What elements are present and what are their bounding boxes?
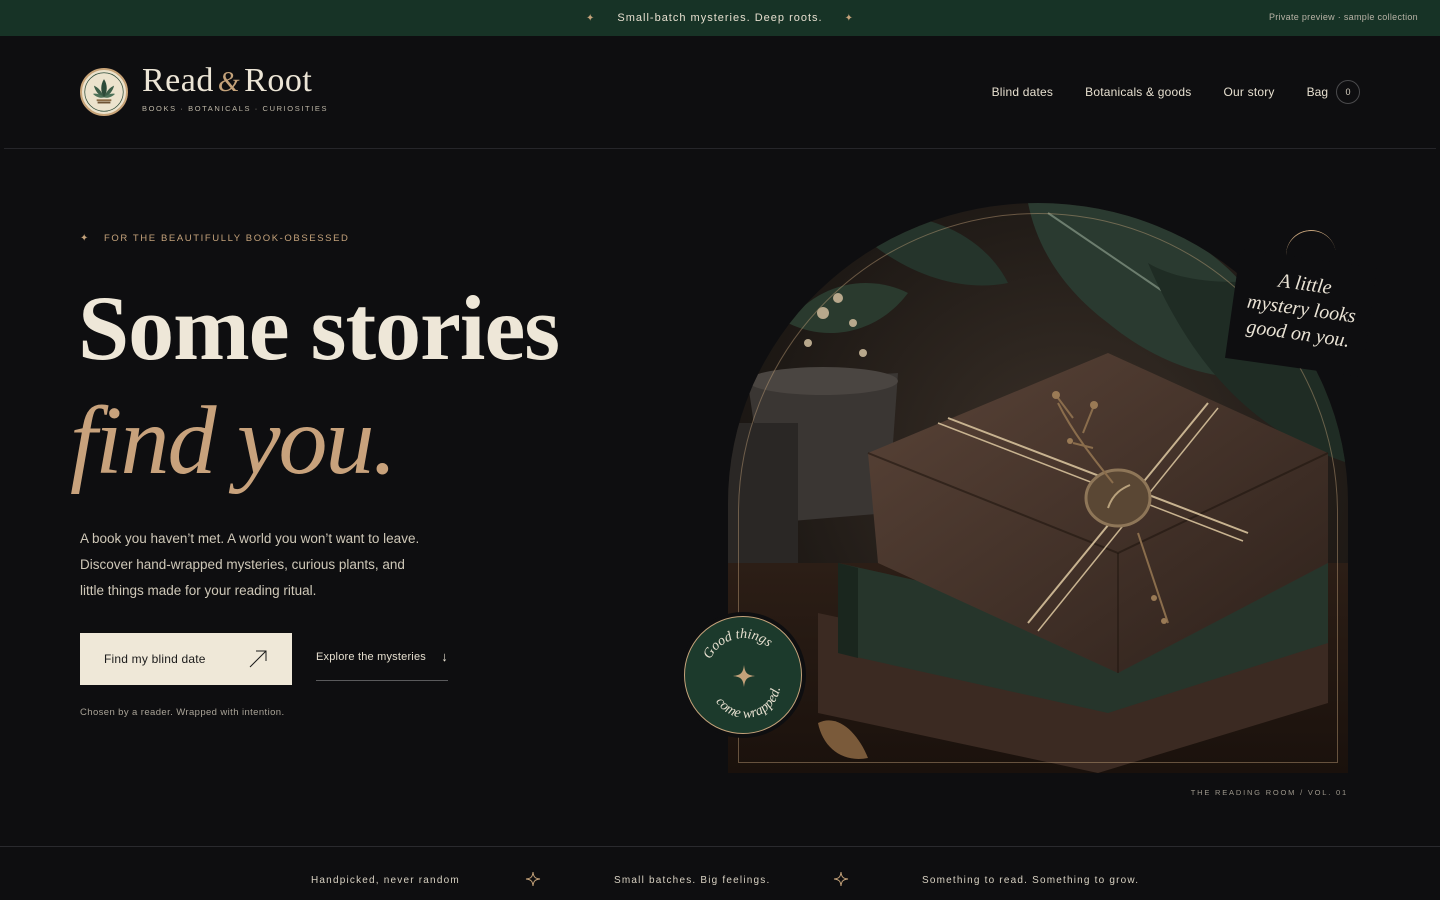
- link-label: Explore the mysteries: [316, 651, 426, 663]
- hero-lead: A book you haven’t met. A world you won’…: [80, 526, 460, 604]
- brand[interactable]: Read & Root BOOKS · BOTANICALS · CURIOSITI…: [142, 62, 328, 113]
- bag-button[interactable]: Bag 0: [1307, 80, 1360, 104]
- nav-our-story[interactable]: Our story: [1223, 85, 1274, 99]
- lead-line: little things made for your reading ritu…: [80, 583, 317, 598]
- bag-count-badge: 0: [1336, 80, 1360, 104]
- brand-name-read: Read: [142, 62, 214, 99]
- strip-item: Handpicked, never random: [311, 875, 460, 886]
- svg-text:come wrapped.: come wrapped.: [711, 682, 789, 729]
- arrow-up-right-icon: [249, 650, 267, 668]
- svg-text:Good things: Good things: [697, 620, 778, 664]
- seal-graphic: Good things come wrapped.: [697, 620, 790, 729]
- good-things-seal: Good things come wrapped.: [680, 612, 806, 738]
- brand-tagline: BOOKS · BOTANICALS · CURIOSITIES: [142, 104, 329, 113]
- leaf-emblem-icon: [84, 72, 124, 112]
- main-nav: Blind dates Botanicals & goods Our story…: [960, 80, 1360, 104]
- strip-item: Something to read. Something to grow.: [922, 875, 1140, 886]
- brand-name: Read & Root: [142, 62, 328, 100]
- header-divider: [4, 148, 1436, 149]
- hero-headline-line2: find you.: [70, 387, 397, 495]
- button-label: Find my blind date: [104, 652, 206, 666]
- logo-badge[interactable]: [80, 68, 128, 116]
- seal-bottom-text: come wrapped.: [711, 682, 789, 729]
- explore-mysteries-link[interactable]: Explore the mysteries ↓: [316, 649, 448, 681]
- announcement-bar: ✦ Small-batch mysteries. Deep roots. ✦ P…: [0, 0, 1440, 36]
- arrow-down-icon: ↓: [441, 649, 448, 664]
- nav-botanicals-goods[interactable]: Botanicals & goods: [1085, 85, 1191, 99]
- find-blind-date-button[interactable]: Find my blind date: [80, 633, 292, 685]
- strip-item: Small batches. Big feelings.: [614, 875, 771, 886]
- sparkle-icon: ✦: [586, 12, 596, 24]
- lead-line: Discover hand-wrapped mysteries, curious…: [80, 557, 405, 572]
- sparkle-icon: [733, 665, 755, 687]
- sparkle-icon: ✦: [80, 233, 90, 244]
- brand-ampersand: &: [217, 67, 241, 98]
- four-point-star-icon: [833, 871, 849, 887]
- values-strip: Handpicked, never random Small batches. …: [0, 846, 1440, 900]
- seal-top-text: Good things: [697, 620, 778, 664]
- mystery-quote: A little mystery looks good on you.: [1225, 248, 1377, 378]
- preview-note: Private preview · sample collection: [1268, 12, 1418, 22]
- announcement-message: ✦ Small-batch mysteries. Deep roots. ✦: [564, 12, 876, 24]
- announcement-text: Small-batch mysteries. Deep roots.: [617, 12, 823, 24]
- nav-blind-dates[interactable]: Blind dates: [992, 85, 1054, 99]
- bag-label: Bag: [1306, 85, 1328, 99]
- lead-line: A book you haven’t met. A world you won’…: [80, 531, 420, 546]
- hero-eyebrow: ✦ FOR THE BEAUTIFULLY BOOK-OBSESSED: [80, 233, 349, 244]
- image-caption: THE READING ROOM / VOL. 01: [1190, 788, 1348, 797]
- four-point-star-icon: [525, 871, 541, 887]
- brand-name-root: Root: [244, 62, 313, 99]
- sparkle-icon: ✦: [844, 12, 854, 24]
- hero-headline-line1: Some stories: [78, 277, 560, 379]
- hero-caption: Chosen by a reader. Wrapped with intenti…: [80, 707, 285, 718]
- eyebrow-text: FOR THE BEAUTIFULLY BOOK-OBSESSED: [103, 233, 350, 244]
